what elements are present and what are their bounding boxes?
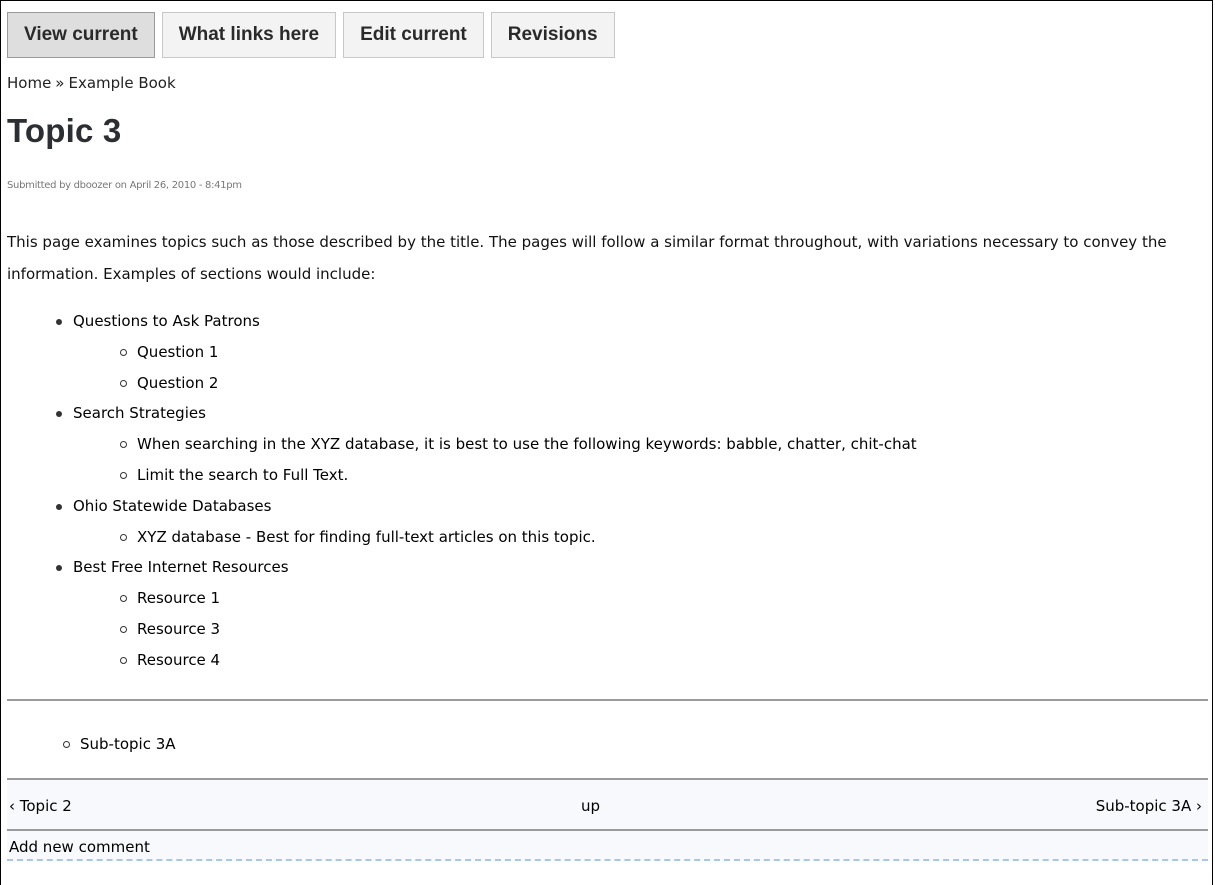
list-item: Limit the search to Full Text. (120, 460, 917, 491)
book-navigation-divider (7, 699, 1208, 701)
tab-revisions[interactable]: Revisions (490, 12, 615, 58)
sub-list: Resource 1 Resource 3 Resource 4 (73, 583, 917, 675)
next-page-link[interactable]: Sub-topic 3A › (1096, 797, 1202, 815)
sub-list: XYZ database - Best for finding full-tex… (73, 522, 917, 553)
section-label: Search Strategies (73, 404, 206, 423)
list-item: Question 2 (120, 368, 917, 399)
list-item: Best Free Internet Resources Resource 1 … (56, 552, 917, 675)
breadcrumb-book-link[interactable]: Example Book (68, 74, 175, 92)
node-tabs: View current What links here Edit curren… (7, 12, 615, 58)
section-label: Questions to Ask Patrons (73, 312, 260, 330)
list-item: Ohio Statewide Databases XYZ database - … (56, 491, 917, 553)
section-label: Best Free Internet Resources (73, 558, 289, 577)
page-title: Topic 3 (7, 112, 122, 149)
section-list: Questions to Ask Patrons Question 1 Ques… (0, 306, 917, 676)
page-body: This page examines topics such as those … (7, 226, 1212, 290)
list-item: Resource 4 (120, 645, 917, 676)
list-item: XYZ database - Best for finding full-tex… (120, 522, 917, 553)
previous-page-link[interactable]: ‹ Topic 2 (9, 797, 72, 815)
section-label: Ohio Statewide Databases (73, 496, 272, 515)
breadcrumb: Home» Example Book (7, 74, 176, 92)
list-item: Resource 1 (120, 583, 917, 614)
sub-list: Question 1 Question 2 (73, 337, 917, 399)
add-new-comment-link[interactable]: Add new comment (9, 838, 150, 856)
tab-edit-current[interactable]: Edit current (343, 12, 484, 58)
comment-links: Add new comment (7, 831, 1208, 861)
submitted-info: Submitted by dboozer on April 26, 2010 -… (7, 180, 242, 191)
up-link[interactable]: up (581, 797, 600, 815)
book-pager: ‹ Topic 2 up Sub-topic 3A › (7, 778, 1208, 831)
tab-what-links-here[interactable]: What links here (161, 12, 337, 58)
list-item: Resource 3 (120, 614, 917, 645)
breadcrumb-home-link[interactable]: Home (7, 74, 51, 92)
sub-list: When searching in the XYZ database, it i… (73, 429, 917, 491)
list-item: Questions to Ask Patrons Question 1 Ques… (56, 306, 917, 399)
book-children-list: Sub-topic 3A (0, 729, 176, 759)
list-item: Search Strategies When searching in the … (56, 398, 917, 491)
list-item: When searching in the XYZ database, it i… (120, 429, 917, 460)
child-page-link[interactable]: Sub-topic 3A (63, 729, 176, 759)
breadcrumb-separator: » (55, 74, 65, 92)
list-item: Question 1 (120, 337, 917, 368)
tab-view-current[interactable]: View current (7, 12, 155, 58)
intro-paragraph: This page examines topics such as those … (7, 233, 1167, 283)
